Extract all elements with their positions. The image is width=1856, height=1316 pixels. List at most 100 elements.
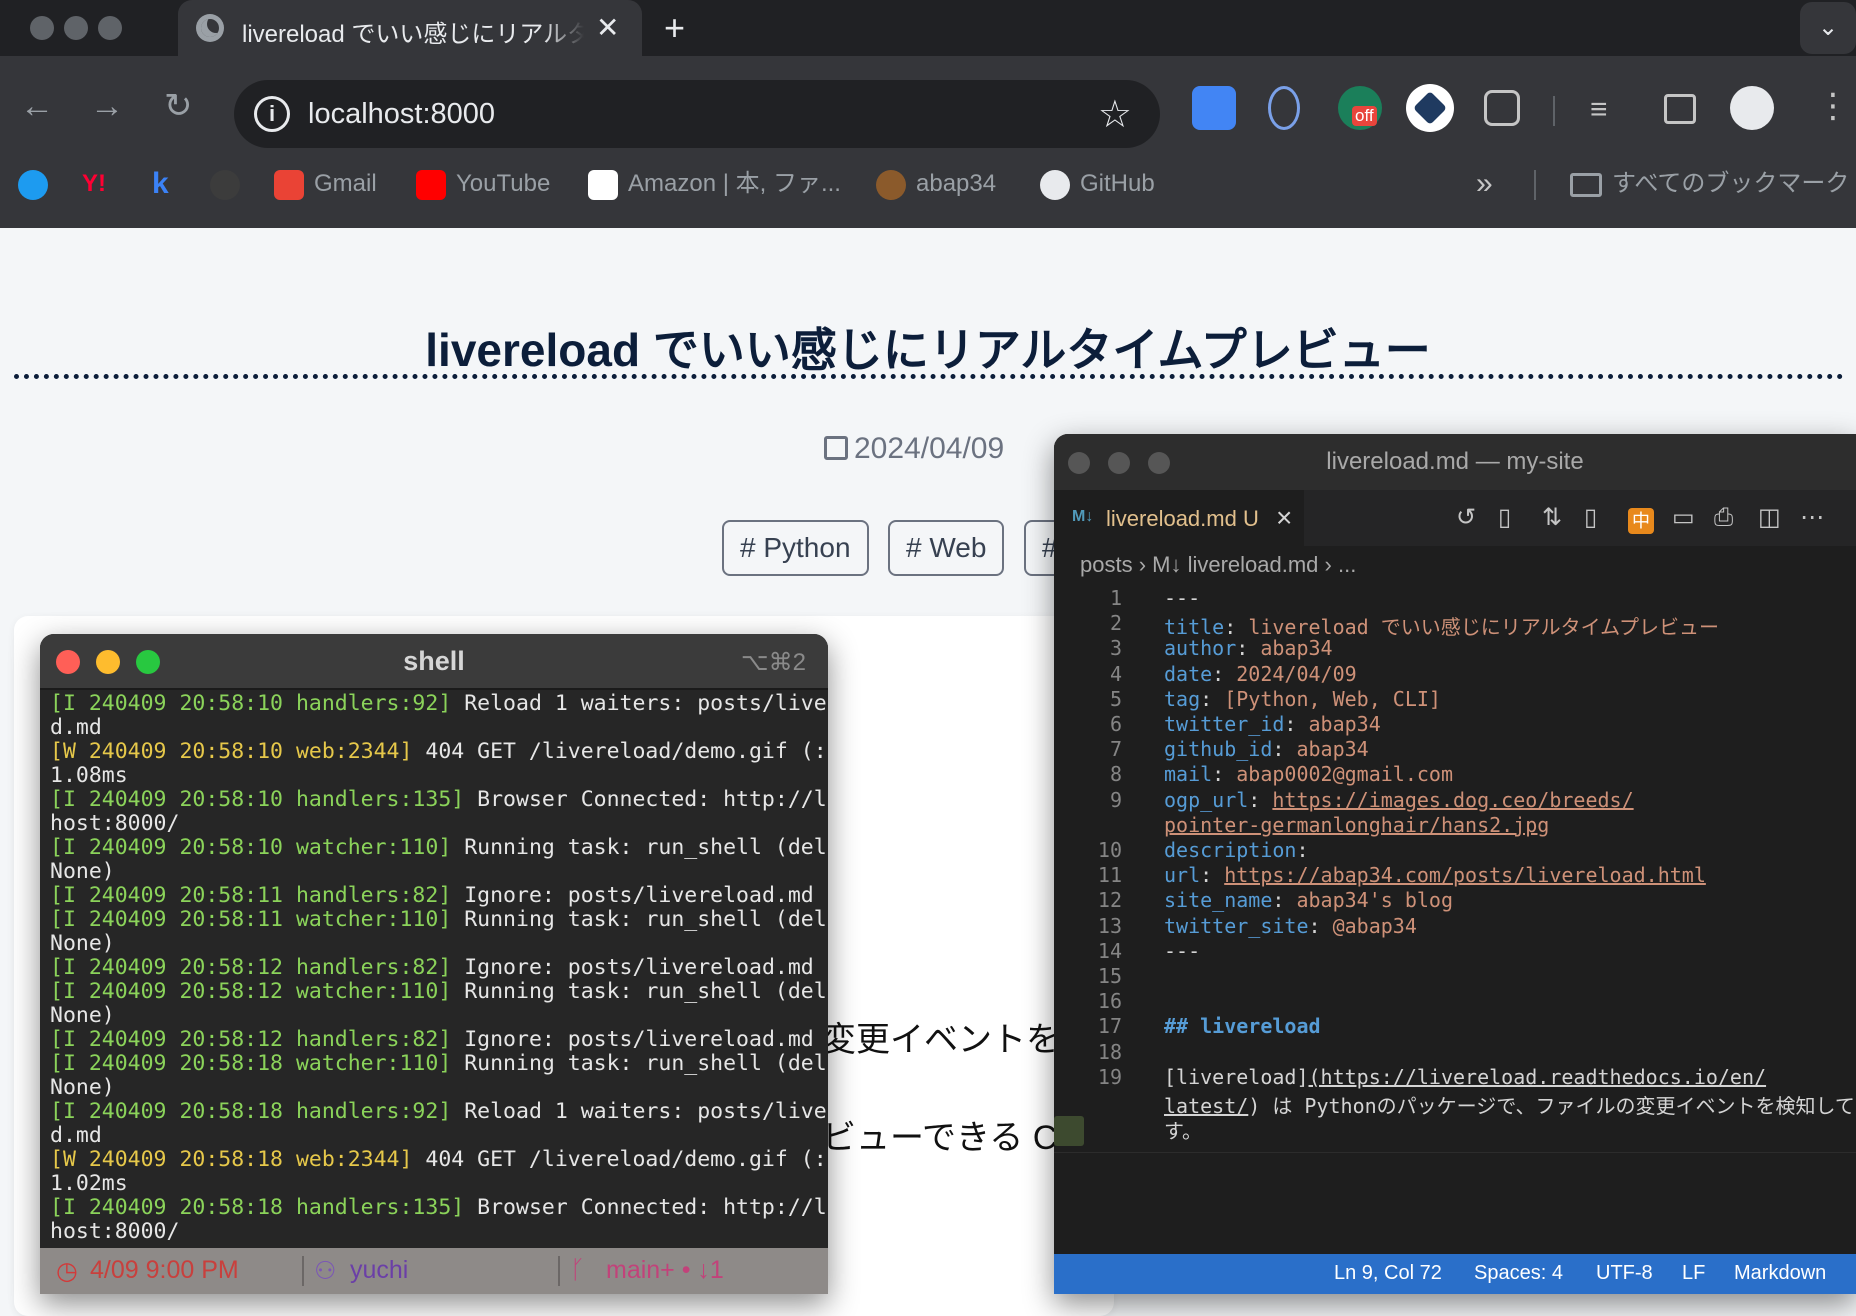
open-preview-icon[interactable]: ▯ [1498,504,1511,532]
site-info-icon[interactable]: i [254,96,290,132]
window-close-button[interactable] [30,16,54,40]
new-tab-button[interactable]: + [664,6,685,50]
folder-icon [1570,172,1602,197]
ghost-bookmark-icon[interactable] [210,164,250,204]
shield-extension-icon[interactable] [1406,84,1454,132]
gutter-avatar-icon [1054,1116,1084,1146]
twitter-bookmark-icon[interactable] [18,164,58,204]
back-arrow-icon[interactable]: ← [20,86,54,126]
line-number: 8 [1109,762,1122,787]
user-icon: ⚇ [314,1257,337,1285]
line-number: 11 [1097,863,1122,888]
tab-close-icon[interactable]: ✕ [596,10,619,46]
yahoo-bookmark-icon[interactable]: Y! [82,164,106,204]
editor-tab-livereload[interactable]: M↓ livereload.md U × [1054,490,1304,546]
all-bookmarks-folder[interactable]: すべてのブックマーク [1570,164,1849,204]
off-badge: off [1352,106,1377,126]
window-minimize-button[interactable] [64,16,88,40]
indentation[interactable]: Spaces: 4 [1474,1262,1563,1285]
tab-search-chevron-icon[interactable]: ⌄ [1800,2,1856,54]
code-line[interactable]: pointer-germanlonghair/hans2.jpg [1164,813,1549,837]
split-editor-icon[interactable]: ◫ [1758,504,1781,532]
code-line[interactable]: ## livereload [1164,1014,1321,1038]
line-number: 2 [1109,611,1122,636]
tab-close-icon[interactable]: × [1276,502,1292,534]
reload-icon[interactable]: ↻ [164,86,193,126]
preview-side-icon[interactable]: ▯ [1584,504,1597,532]
timeline-icon[interactable]: ↺ [1456,504,1476,532]
reading-list-icon[interactable]: ≡ [1590,90,1608,130]
terminal-line: [I 240409 20:58:12 handlers:82] Ignore: … [50,1027,814,1052]
extensions-puzzle-icon[interactable] [1484,90,1520,126]
cursor-position[interactable]: Ln 9, Col 72 [1334,1262,1442,1285]
profile-extension-icon[interactable] [1268,86,1300,130]
forward-arrow-icon[interactable]: → [90,86,124,126]
encoding[interactable]: UTF-8 [1596,1262,1653,1285]
k-bookmark-icon[interactable]: k [152,164,169,204]
code-line[interactable]: [livereload](https://livereload.readthed… [1164,1065,1766,1089]
code-editor[interactable]: 1 --- 2 title: livereload でいい感じにリアルタイムプレビュー… [1054,586,1856,1262]
more-actions-icon[interactable]: ⋯ [1800,504,1824,532]
terminal-output[interactable]: [I 240409 20:58:10 handlers:92] Reload 1… [50,692,828,1244]
code-line[interactable]: ogp_url: https://images.dog.ceo/breeds/ [1164,788,1634,812]
chrome-menu-icon[interactable]: ⋮ [1816,86,1850,126]
terminal-line: [I 240409 20:58:18 watcher:110] Running … [50,1051,828,1076]
bookmark-gmail[interactable]: Gmail [274,164,377,204]
bookmark-amazon[interactable]: Amazon | 本, ファ... [588,164,841,204]
terminal-line: [W 240409 20:58:18 web:2344] 404 GET /li… [50,1147,828,1172]
bookmark-star-icon[interactable]: ☆ [1098,92,1132,137]
bookmark-youtube[interactable]: YouTube [416,164,550,204]
terminal-line: host:8000/ [50,811,180,836]
terminal-line: [I 240409 20:58:10 handlers:135] Browser… [50,787,828,812]
code-line[interactable]: tag: [Python, Web, CLI] [1164,687,1441,711]
terminal-line: host:8000/ [50,1219,180,1244]
translate-extension-icon[interactable] [1192,86,1236,130]
layout-icon[interactable]: ▭ [1672,504,1695,532]
side-panel-icon[interactable] [1664,94,1696,124]
url-text[interactable]: localhost:8000 [308,98,495,131]
window-zoom-button[interactable] [98,16,122,40]
gmail-icon [274,169,304,200]
toolbar-divider [1553,96,1555,126]
language-mode[interactable]: Markdown [1734,1262,1826,1285]
wifi-extension-icon[interactable]: off [1338,86,1382,130]
code-line[interactable]: latest/) は Pythonのパッケージで、ファイルの変更イベントを検知し… [1164,1090,1855,1119]
tag-web[interactable]: # Web [888,520,1005,576]
code-line[interactable]: url: https://abap34.com/posts/livereload… [1164,863,1706,887]
vscode-statusbar: Ln 9, Col 72 Spaces: 4 UTF-8 LF Markdown [1054,1254,1856,1294]
terminal-line: [I 240409 20:58:12 watcher:110] Running … [50,979,828,1004]
code-line[interactable]: twitter_site: @abap34 [1164,914,1417,938]
address-bar[interactable]: i localhost:8000 ☆ [234,80,1160,148]
profile-avatar[interactable] [1730,86,1774,130]
bookmark-github[interactable]: GitHub [1040,164,1155,204]
terminal-line: None) [50,1003,115,1028]
compare-changes-icon[interactable]: ⇅ [1542,504,1562,532]
terminal-window[interactable]: shell ⌥⌘2 [I 240409 20:58:10 handlers:92… [40,634,828,1294]
translate-icon[interactable]: 中 [1628,508,1654,534]
terminal-line: None) [50,859,115,884]
browser-toolbar: ← → ↻ i localhost:8000 ☆ off ≡ ⋮ Y! k Gm… [0,56,1856,228]
code-line[interactable]: --- [1164,939,1200,963]
abap34-avatar [876,169,906,200]
breadcrumb[interactable]: posts › M↓ livereload.md › ... [1080,552,1356,578]
terminal-line: [I 240409 20:58:12 handlers:82] Ignore: … [50,955,814,980]
code-line[interactable]: --- [1164,586,1200,610]
current-line-highlight [1054,1152,1856,1153]
code-line[interactable]: date: 2024/04/09 [1164,662,1357,686]
code-line[interactable]: github_id: abap34 [1164,737,1369,761]
code-line[interactable]: site_name: abap34's blog [1164,888,1453,912]
code-line[interactable]: す。 [1164,1115,1202,1144]
amazon-icon [588,169,618,200]
bookmark-abap34[interactable]: abap34 [876,164,996,204]
code-line[interactable]: twitter_id: abap34 [1164,712,1381,736]
code-line[interactable]: author: abap34 [1164,636,1333,660]
vscode-window[interactable]: livereload.md — my-site M↓ livereload.md… [1054,434,1856,1294]
code-line[interactable]: description: [1164,838,1321,862]
code-line[interactable]: mail: abap0002@gmail.com [1164,762,1453,786]
terminal-line: d.md [50,715,102,740]
print-icon[interactable]: ⎙ [1714,504,1733,532]
line-number: 14 [1097,938,1122,963]
tag-python[interactable]: # Python [722,520,869,576]
bookmark-overflow-icon[interactable]: » [1476,164,1493,204]
end-of-line[interactable]: LF [1682,1262,1705,1285]
